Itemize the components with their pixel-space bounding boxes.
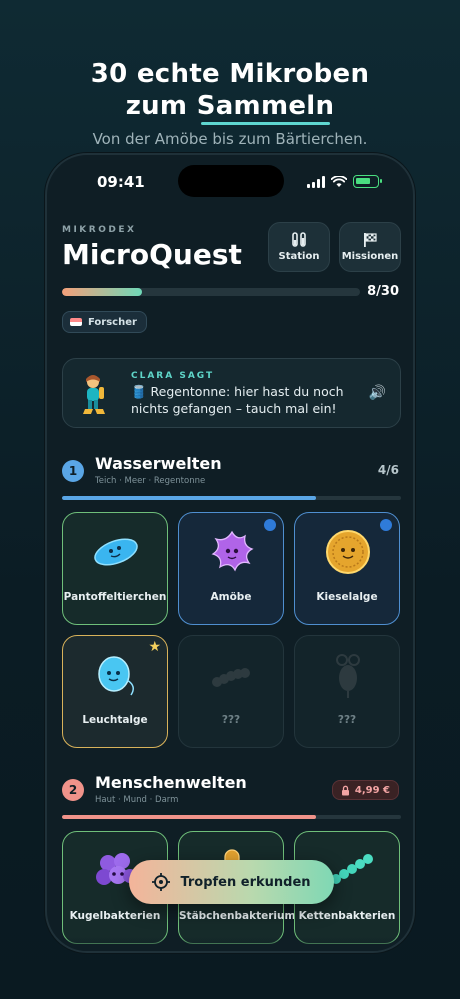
section-subtitle: Haut · Mund · Darm xyxy=(95,795,179,805)
section-number: 1 xyxy=(62,460,84,482)
microbe-card-pantoffeltierchen[interactable]: Pantoffeltierchen xyxy=(62,512,168,625)
glowing-algae-icon xyxy=(98,656,134,696)
bottom-fade xyxy=(47,937,413,951)
paramecium-icon xyxy=(94,538,138,566)
microbe-card-locked[interactable]: ??? xyxy=(294,635,400,748)
status-bar: 09:41 xyxy=(47,165,413,201)
rank-flag-icon xyxy=(70,318,82,326)
promo-headline: 30 echte Mikroben zum Sammeln xyxy=(0,58,460,125)
card-name: Kettenbakterien xyxy=(298,910,396,922)
unlock-price-button[interactable]: 4,99 € xyxy=(331,780,399,800)
missions-button[interactable]: Missionen xyxy=(339,222,401,272)
clara-title: CLARA SAGT xyxy=(131,371,215,381)
status-icons xyxy=(307,175,382,188)
clara-message: 🛢️ Regentonne: hier hast du noch nichts … xyxy=(131,384,344,416)
section-progress-fill xyxy=(62,496,317,500)
collection-progress-count: 8/30 xyxy=(367,284,399,299)
microbe-card-kieselalge[interactable]: Kieselalge xyxy=(294,512,400,625)
headline-highlight: Sammeln xyxy=(196,91,335,125)
app-title: MicroQuest xyxy=(62,238,242,271)
clara-diver-avatar-icon xyxy=(83,375,105,414)
rotifer-silhouette-icon xyxy=(336,654,360,698)
card-name: Stäbchenbakterium xyxy=(179,910,296,922)
headline-prefix: zum xyxy=(125,91,197,121)
test-tubes-icon xyxy=(292,232,306,247)
station-button-label: Station xyxy=(278,251,320,262)
microbe-card-amoebe[interactable]: Amöbe xyxy=(178,512,284,625)
section-progress-fill xyxy=(62,815,317,819)
missions-button-label: Missionen xyxy=(341,251,399,262)
card-name: ??? xyxy=(221,714,241,726)
explore-drop-label: Tropfen erkunden xyxy=(180,874,311,890)
card-name: Leuchtalge xyxy=(82,714,148,726)
section-title: Wasserwelten xyxy=(95,454,222,473)
card-name: Amöbe xyxy=(210,591,252,603)
signal-icon xyxy=(307,175,325,188)
section-subtitle: Teich · Meer · Regentonne xyxy=(95,476,206,486)
microbe-card-locked[interactable]: ??? xyxy=(178,635,284,748)
card-name: Pantoffeltierchen xyxy=(63,591,167,603)
flag-icon xyxy=(364,233,377,247)
station-button[interactable]: Station xyxy=(268,222,330,272)
section-progress-bar xyxy=(62,815,401,819)
card-name: ??? xyxy=(337,714,357,726)
section-number: 2 xyxy=(62,779,84,801)
microbe-card-leuchtalge[interactable]: ★ Leuchtalge xyxy=(62,635,168,748)
card-name: Kugelbakterien xyxy=(69,910,161,922)
promo-subline: Von der Amöbe bis zum Bärtierchen. xyxy=(92,130,368,148)
price-label: 4,99 € xyxy=(354,784,390,796)
speaker-icon[interactable]: 🔊 xyxy=(369,385,386,401)
rank-label: Forscher xyxy=(88,316,137,328)
crosshair-icon xyxy=(152,873,171,891)
collection-progress-bar xyxy=(62,288,360,296)
section-count: 4/6 xyxy=(377,463,399,477)
rank-badge[interactable]: Forscher xyxy=(62,311,147,333)
new-dot-badge xyxy=(380,519,392,531)
phone-frame: 09:41 MIKRODEX MicroQuest Station Missio… xyxy=(45,153,415,953)
app-eyebrow: MIKRODEX xyxy=(62,225,137,235)
collection-progress-fill xyxy=(62,288,142,296)
wifi-icon xyxy=(331,175,347,187)
lock-icon xyxy=(341,785,349,795)
new-dot-badge xyxy=(264,519,276,531)
status-time: 09:41 xyxy=(97,173,145,191)
worm-silhouette-icon xyxy=(212,668,250,687)
section-title: Menschenwelten xyxy=(95,773,247,792)
diatom-icon xyxy=(326,530,370,574)
clara-message-card[interactable]: CLARA SAGT 🛢️ Regentonne: hier hast du n… xyxy=(62,358,401,428)
headline-line-1: 30 echte Mikroben xyxy=(90,59,370,89)
explore-drop-button[interactable]: Tropfen erkunden xyxy=(129,860,334,904)
headline-line-2: zum Sammeln xyxy=(0,90,460,125)
amoeba-icon xyxy=(211,530,254,572)
section-progress-bar xyxy=(62,496,401,500)
dynamic-island xyxy=(178,165,284,197)
card-name: Kieselalge xyxy=(316,591,378,603)
star-icon: ★ xyxy=(148,639,161,655)
battery-charging-icon xyxy=(353,175,382,188)
